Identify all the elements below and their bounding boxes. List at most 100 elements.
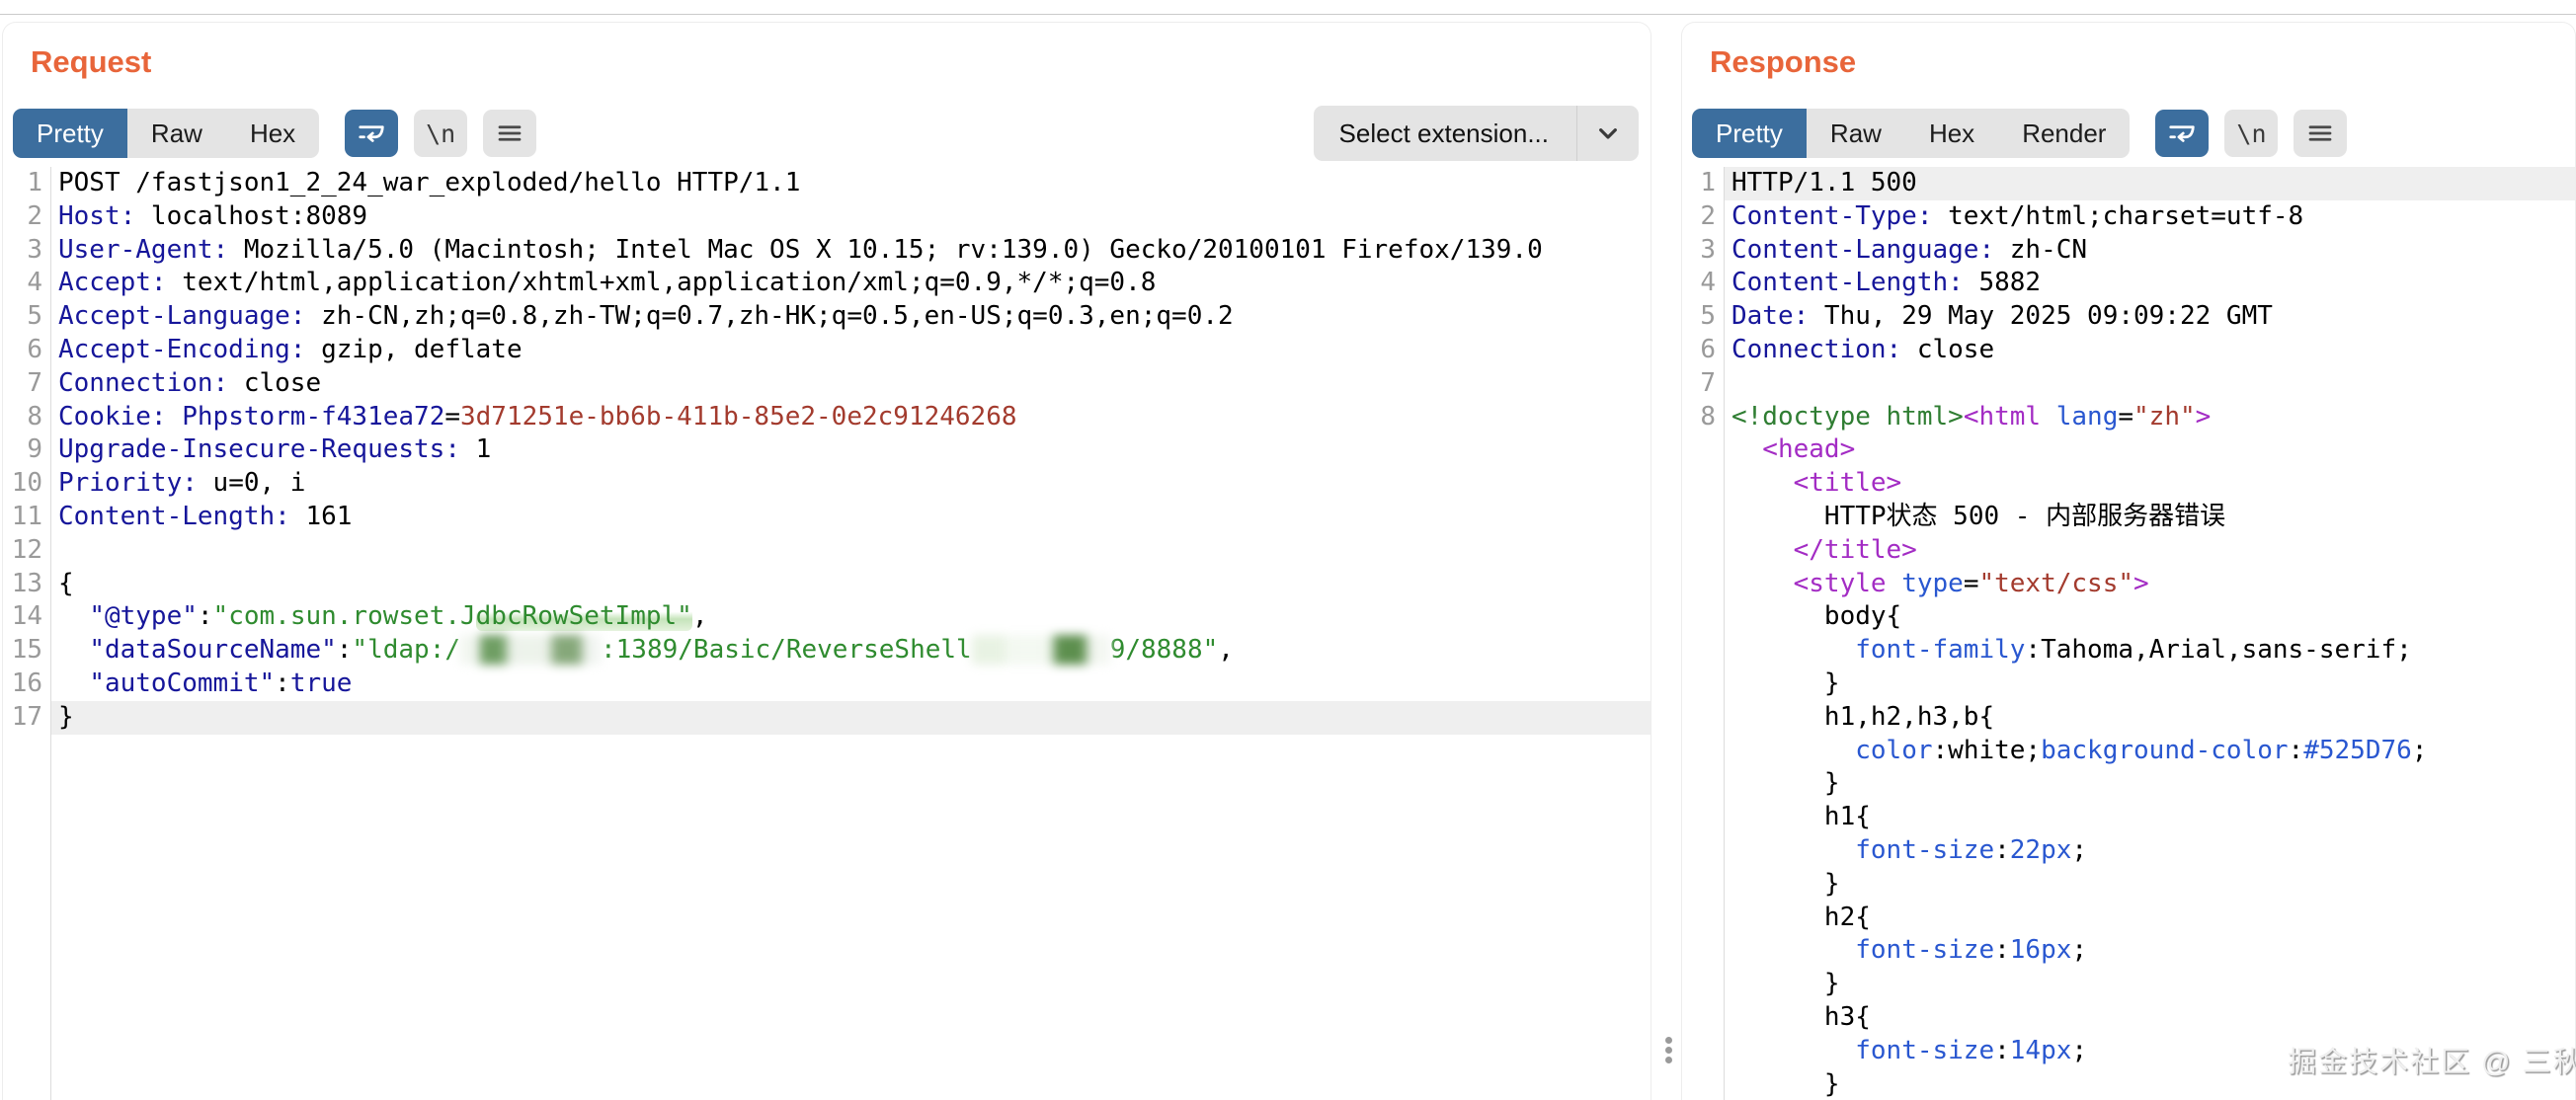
code-text: h1{ (1724, 801, 2575, 834)
code-line[interactable]: 17} (3, 701, 1650, 735)
code-text: h3{ (1724, 1001, 2575, 1035)
line-number: 8 (3, 401, 50, 434)
code-line[interactable]: body{ (1682, 600, 2575, 634)
tab-raw[interactable]: Raw (1807, 109, 1905, 158)
tab-pretty[interactable]: Pretty (1692, 109, 1807, 158)
line-number: 17 (3, 701, 50, 735)
code-line[interactable]: 1HTTP/1.1 500 (1682, 167, 2575, 200)
response-editor[interactable]: 1HTTP/1.1 5002Content-Type: text/html;ch… (1682, 167, 2575, 1100)
wrap-lines-toggle-button[interactable] (2155, 110, 2209, 157)
editor-menu-button[interactable] (2294, 110, 2347, 157)
code-line[interactable]: 8Cookie: Phpstorm-f431ea72=3d71251e-bb6b… (3, 401, 1650, 434)
line-number: 11 (3, 501, 50, 534)
extension-select-dropdown[interactable]: Select extension... (1314, 106, 1639, 161)
code-line[interactable]: 11Content-Length: 161 (3, 501, 1650, 534)
code-line[interactable]: </title> (1682, 534, 2575, 568)
request-panel-title: Request (31, 44, 151, 80)
code-line[interactable]: font-family:Tahoma,Arial,sans-serif; (1682, 634, 2575, 668)
code-line[interactable]: h1{ (1682, 801, 2575, 834)
code-line[interactable]: 6Connection: close (1682, 334, 2575, 367)
newline-glyph: \n (426, 119, 455, 148)
wrap-lines-toggle-button[interactable] (345, 110, 398, 157)
line-number (1682, 433, 1724, 467)
code-text: Connection: close (1724, 334, 2575, 367)
code-line[interactable]: } (1682, 668, 2575, 701)
code-line[interactable]: } (1682, 968, 2575, 1001)
show-newlines-toggle-button[interactable]: \n (414, 110, 467, 157)
line-number (1682, 701, 1724, 735)
code-text: User-Agent: Mozilla/5.0 (Macintosh; Inte… (50, 234, 1650, 268)
code-line[interactable]: 5Accept-Language: zh-CN,zh;q=0.8,zh-TW;q… (3, 300, 1650, 334)
tab-render[interactable]: Render (1998, 109, 2130, 158)
code-line[interactable]: 7Connection: close (3, 367, 1650, 401)
tab-raw[interactable]: Raw (127, 109, 226, 158)
code-line[interactable]: 10Priority: u=0, i (3, 467, 1650, 501)
code-line[interactable]: h3{ (1682, 1001, 2575, 1035)
code-line[interactable]: 9Upgrade-Insecure-Requests: 1 (3, 433, 1650, 467)
chevron-down-icon (1577, 118, 1639, 149)
line-number: 2 (3, 200, 50, 234)
line-number: 3 (3, 234, 50, 268)
code-line[interactable]: 1POST /fastjson1_2_24_war_exploded/hello… (3, 167, 1650, 200)
line-number (1682, 600, 1724, 634)
code-line[interactable]: 3Content-Language: zh-CN (1682, 234, 2575, 268)
line-number: 16 (3, 668, 50, 701)
request-editor[interactable]: 1POST /fastjson1_2_24_war_exploded/hello… (3, 167, 1650, 1100)
code-text: body{ (1724, 600, 2575, 634)
line-number: 6 (1682, 334, 1724, 367)
code-text: POST /fastjson1_2_24_war_exploded/hello … (50, 167, 1650, 200)
code-line[interactable]: font-size:22px; (1682, 834, 2575, 868)
code-line[interactable]: 5Date: Thu, 29 May 2025 09:09:22 GMT (1682, 300, 2575, 334)
code-text (50, 534, 1650, 568)
code-text: HTTP状态 500 - 内部服务器错误 (1724, 501, 2575, 534)
request-toolbar: PrettyRawHex \n (13, 106, 1639, 161)
line-number (1682, 467, 1724, 501)
line-number (1682, 735, 1724, 768)
code-text: } (50, 701, 1650, 735)
code-line[interactable]: 2Content-Type: text/html;charset=utf-8 (1682, 200, 2575, 234)
code-line[interactable]: <head> (1682, 433, 2575, 467)
panel-resize-handle[interactable] (1665, 1035, 1672, 1064)
line-number (1682, 902, 1724, 935)
code-text (1724, 367, 2575, 401)
editor-menu-button[interactable] (483, 110, 536, 157)
tab-pretty[interactable]: Pretty (13, 109, 127, 158)
show-newlines-toggle-button[interactable]: \n (2224, 110, 2278, 157)
code-text: font-size:16px; (1724, 934, 2575, 968)
code-line[interactable]: HTTP状态 500 - 内部服务器错误 (1682, 501, 2575, 534)
code-line[interactable]: h2{ (1682, 902, 2575, 935)
code-line[interactable]: h1,h2,h3,b{ (1682, 701, 2575, 735)
code-line[interactable]: <style type="text/css"> (1682, 568, 2575, 601)
line-number: 1 (1682, 167, 1724, 200)
code-text: } (1724, 968, 2575, 1001)
request-panel: Request PrettyRawHex \n (2, 22, 1651, 1100)
code-line[interactable]: <title> (1682, 467, 2575, 501)
code-line[interactable]: } (1682, 767, 2575, 801)
code-line[interactable]: 15 "dataSourceName":"ldap:/:1389/Basic/R… (3, 634, 1650, 668)
code-line[interactable]: 16 "autoCommit":true (3, 668, 1650, 701)
code-line[interactable]: 7 (1682, 367, 2575, 401)
code-text: <style type="text/css"> (1724, 568, 2575, 601)
line-number: 5 (1682, 300, 1724, 334)
code-line[interactable]: color:white;background-color:#525D76; (1682, 735, 2575, 768)
line-number: 1 (3, 167, 50, 200)
code-line[interactable]: 14 "@type":"com.sun.rowset.JdbcRowSetImp… (3, 600, 1650, 634)
line-number (1682, 868, 1724, 902)
code-line[interactable]: } (1682, 868, 2575, 902)
line-number: 13 (3, 568, 50, 601)
code-line[interactable]: 3User-Agent: Mozilla/5.0 (Macintosh; Int… (3, 234, 1650, 268)
request-tab-group: PrettyRawHex (13, 109, 319, 158)
code-line[interactable]: 12 (3, 534, 1650, 568)
code-line[interactable]: 8<!doctype html><html lang="zh"> (1682, 401, 2575, 434)
watermark-text: 掘金技术社区 @ 三秋树 (2288, 1039, 2576, 1080)
code-line[interactable]: 4Content-Length: 5882 (1682, 267, 2575, 300)
code-line[interactable]: 2Host: localhost:8089 (3, 200, 1650, 234)
code-line[interactable]: 6Accept-Encoding: gzip, deflate (3, 334, 1650, 367)
redacted-text (972, 635, 1110, 665)
code-text: font-size:22px; (1724, 834, 2575, 868)
code-line[interactable]: font-size:16px; (1682, 934, 2575, 968)
code-line[interactable]: 13{ (3, 568, 1650, 601)
code-line[interactable]: 4Accept: text/html,application/xhtml+xml… (3, 267, 1650, 300)
tab-hex[interactable]: Hex (1905, 109, 1998, 158)
tab-hex[interactable]: Hex (226, 109, 319, 158)
